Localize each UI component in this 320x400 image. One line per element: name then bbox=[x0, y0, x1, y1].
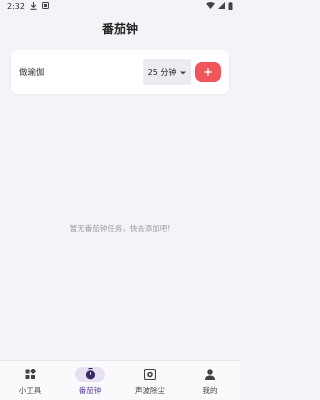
empty-state-message: 暂无番茄钟任务，快去添加吧! bbox=[69, 224, 171, 233]
status-left: 2:32 bbox=[7, 1, 49, 12]
timer-icon bbox=[85, 367, 96, 382]
wifi-icon bbox=[206, 2, 215, 11]
nav-label-sound-clean: 声波除尘 bbox=[135, 386, 165, 395]
nav-label-profile: 我的 bbox=[202, 386, 218, 395]
download-icon bbox=[30, 1, 37, 12]
app-header: 番茄钟 bbox=[0, 13, 240, 43]
page-title: 番茄钟 bbox=[101, 21, 138, 36]
duration-label: 25 分钟 bbox=[147, 67, 177, 77]
add-task-button[interactable] bbox=[195, 62, 221, 82]
nav-item-tools[interactable]: 小工具 bbox=[0, 361, 60, 400]
status-bar: 2:32 bbox=[0, 0, 240, 13]
nav-item-pomodoro[interactable]: 番茄钟 bbox=[60, 361, 120, 400]
speaker-icon bbox=[143, 368, 157, 382]
widgets-icon bbox=[25, 368, 36, 382]
nav-item-sound-clean[interactable]: 声波除尘 bbox=[120, 361, 180, 400]
active-indicator bbox=[75, 367, 105, 382]
person-icon bbox=[205, 369, 215, 382]
notification-icon bbox=[41, 2, 49, 11]
duration-dropdown[interactable]: 25 分钟 bbox=[143, 59, 191, 85]
bottom-navigation: 小工具 番茄钟 声波除尘 我的 bbox=[0, 360, 240, 400]
battery-icon bbox=[228, 1, 233, 12]
status-time: 2:32 bbox=[7, 2, 25, 11]
task-name-input[interactable] bbox=[19, 64, 139, 80]
nav-item-profile[interactable]: 我的 bbox=[180, 361, 240, 400]
task-form-card: 25 分钟 bbox=[11, 50, 229, 94]
nav-label-pomodoro: 番茄钟 bbox=[78, 386, 102, 395]
signal-icon bbox=[218, 2, 225, 11]
dropdown-arrow-icon bbox=[180, 68, 187, 77]
status-right bbox=[206, 1, 233, 12]
plus-icon bbox=[204, 66, 212, 79]
nav-label-tools: 小工具 bbox=[18, 386, 42, 395]
